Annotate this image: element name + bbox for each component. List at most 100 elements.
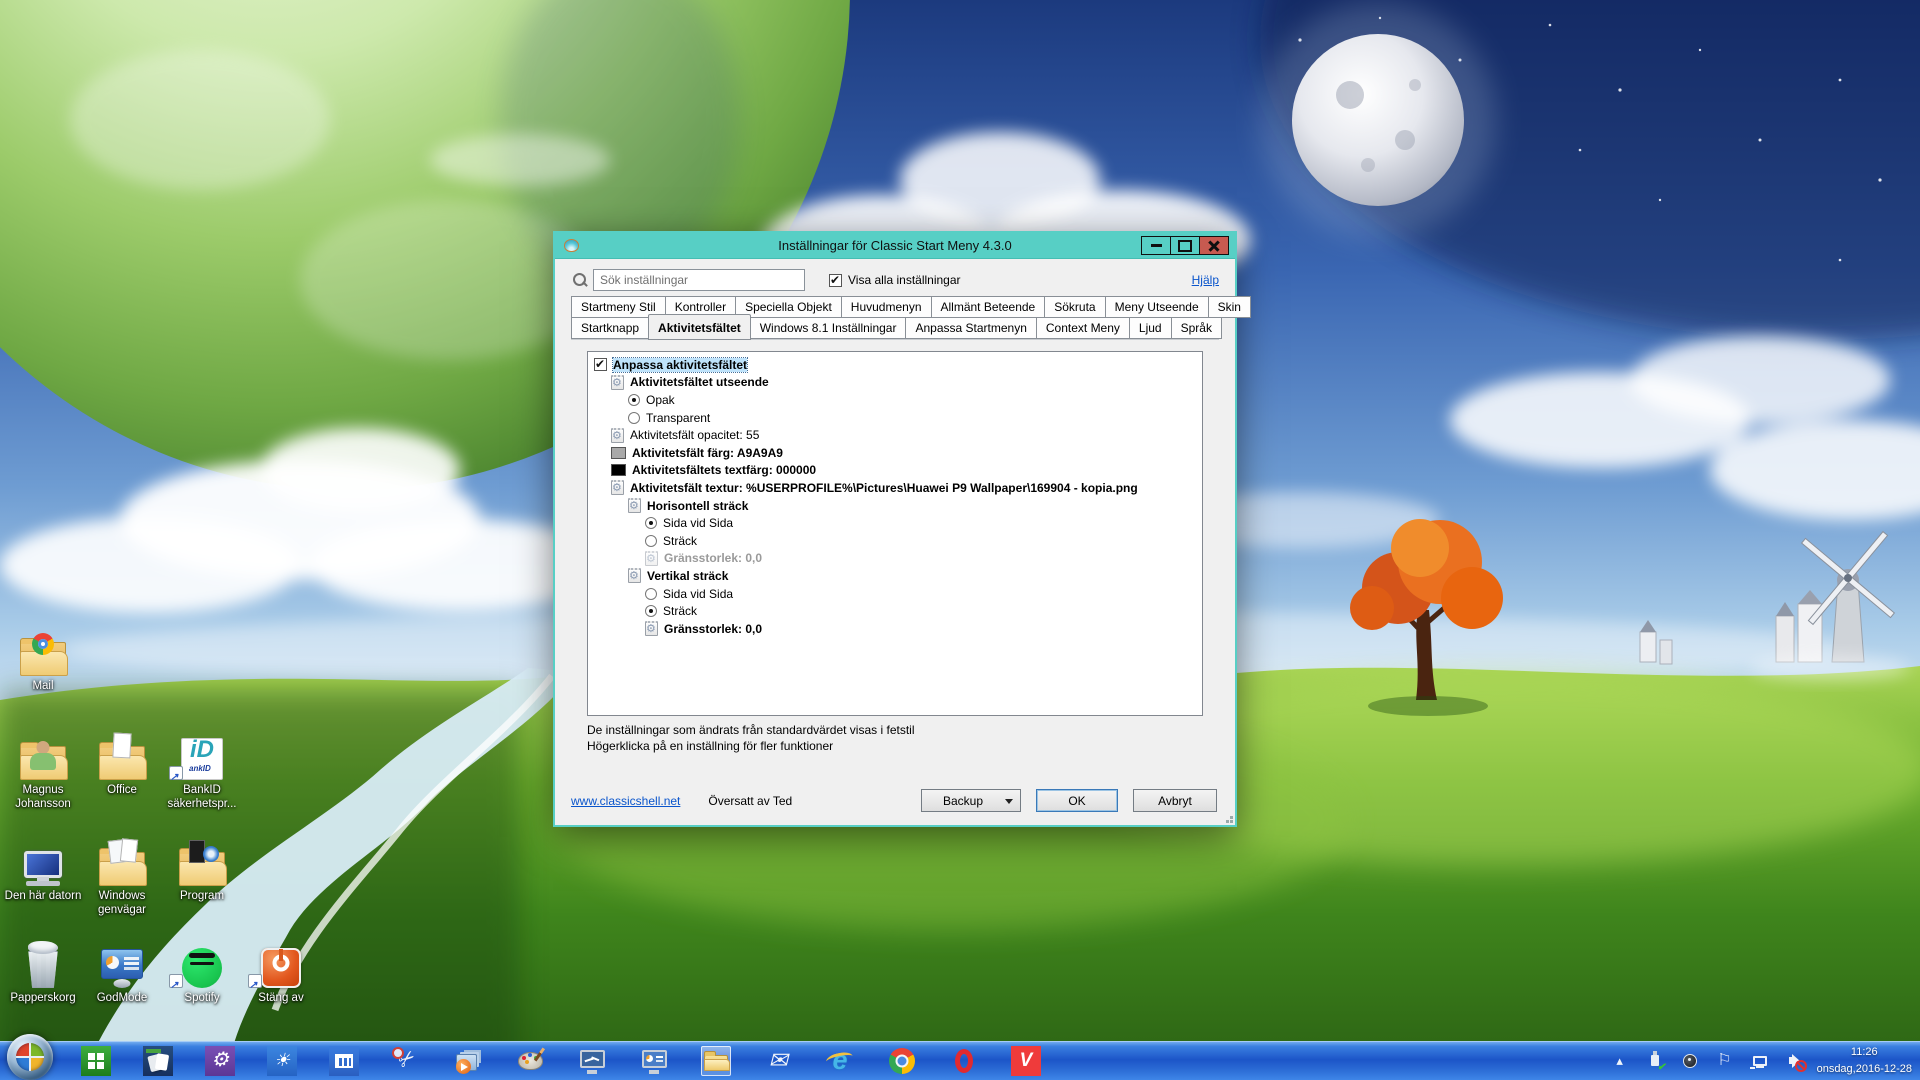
ok-button[interactable]: OK [1036, 789, 1118, 812]
tab-meny-utseende[interactable]: Meny Utseende [1105, 296, 1209, 318]
desktop-icon-stang-av[interactable]: Stäng av [238, 940, 324, 1005]
tab-ljud[interactable]: Ljud [1129, 317, 1172, 339]
setting-aktivitetsfalt-farg-a9a9a9[interactable]: Aktivitetsfält färg: A9A9A9 [588, 444, 1202, 462]
setting-label: Aktivitetsfält opacitet: 55 [630, 428, 759, 442]
store-icon[interactable] [81, 1046, 111, 1076]
file-explorer-icon[interactable] [701, 1046, 731, 1076]
search-row: Visa alla inställningar Hjälp [571, 268, 1219, 292]
setting-anpassa-aktivitetsfaltet[interactable]: Anpassa aktivitetsfältet [588, 356, 1202, 374]
minimize-button[interactable] [1141, 236, 1171, 255]
show-all-settings-checkbox[interactable]: Visa alla inställningar [829, 273, 961, 287]
opera-icon[interactable] [949, 1046, 979, 1076]
spotify-icon [159, 940, 245, 988]
setting-sida-vid-sida[interactable]: Sida vid Sida [588, 514, 1202, 532]
tab-allmant-beteende[interactable]: Allmänt Beteende [931, 296, 1046, 318]
programs-folder-icon [159, 838, 245, 886]
setting-label: Opak [646, 393, 675, 407]
desktop-icon-papperskorg[interactable]: Papperskorg [0, 940, 86, 1005]
action-center-flag-icon[interactable] [1715, 1051, 1735, 1071]
radio-icon[interactable] [645, 517, 657, 529]
radio-icon[interactable] [628, 394, 640, 406]
godmode-icon [79, 940, 165, 988]
search-input[interactable] [593, 269, 805, 291]
snipping-tool-icon[interactable] [391, 1046, 421, 1076]
desktop-icon-windows-genvagar[interactable]: Windows genvägar [79, 838, 165, 918]
start-button[interactable] [7, 1034, 53, 1080]
tab-aktivitetsfaltet[interactable]: Aktivitetsfältet [648, 314, 751, 340]
checkbox-icon[interactable] [829, 274, 842, 287]
footer-buttons: Backup OK Avbryt [921, 789, 1217, 812]
setting-horisontell-strack[interactable]: Horisontell sträck [588, 497, 1202, 515]
volume-muted-icon[interactable] [1785, 1051, 1805, 1071]
tab-windows-8-1-installningar[interactable]: Windows 8.1 Inställningar [750, 317, 907, 339]
setting-label: Sida vid Sida [663, 587, 733, 601]
performance-monitor-icon[interactable] [577, 1046, 607, 1076]
calendar-icon[interactable] [329, 1046, 359, 1076]
desktop-icon-label: BankID säkerhetspr... [159, 783, 245, 812]
radio-icon[interactable] [645, 535, 657, 547]
dialog-titlebar[interactable]: Inställningar för Classic Start Meny 4.3… [555, 233, 1235, 259]
close-button[interactable] [1199, 236, 1229, 255]
setting-vertikal-strack[interactable]: Vertikal sträck [588, 567, 1202, 585]
setting-gransstorlek-0-0[interactable]: Gränsstorlek: 0,0 [588, 550, 1202, 568]
tab-skin[interactable]: Skin [1208, 296, 1251, 318]
setting-opak[interactable]: Opak [588, 391, 1202, 409]
media-player-icon[interactable] [453, 1046, 483, 1076]
desktop-icon-spotify[interactable]: Spotify [159, 940, 245, 1005]
help-link[interactable]: Hjälp [1192, 273, 1219, 287]
setting-aktivitetsfalt-opacitet-55[interactable]: Aktivitetsfält opacitet: 55 [588, 426, 1202, 444]
desktop-icon-mail[interactable]: Mail [0, 628, 86, 693]
chevron-up-icon[interactable] [1610, 1051, 1630, 1071]
tab-huvudmenyn[interactable]: Huvudmenyn [841, 296, 932, 318]
audio-device-icon[interactable] [1680, 1051, 1700, 1071]
weather-icon[interactable] [267, 1046, 297, 1076]
tab-startknapp[interactable]: Startknapp [571, 317, 649, 339]
radio-icon[interactable] [645, 605, 657, 617]
chrome-icon[interactable] [887, 1046, 917, 1076]
desktop-icon-program[interactable]: Program [159, 838, 245, 903]
settings-icon[interactable] [205, 1046, 235, 1076]
tab-anpassa-startmenyn[interactable]: Anpassa Startmenyn [905, 317, 1036, 339]
maximize-button[interactable] [1170, 236, 1200, 255]
desktop-icon-magnus-johansson[interactable]: Magnus Johansson [0, 732, 86, 812]
internet-explorer-icon[interactable] [825, 1046, 855, 1076]
mail-icon[interactable] [763, 1046, 793, 1076]
desktop-icon-den-har-datorn[interactable]: Den här datorn [0, 838, 86, 903]
control-panel-icon[interactable] [639, 1046, 669, 1076]
setting-aktivitetsfaltet-utseende[interactable]: Aktivitetsfältet utseende [588, 374, 1202, 392]
desktop-icon-office[interactable]: Office [79, 732, 165, 797]
desktop-icon-label: GodMode [97, 991, 148, 1005]
setting-label: Anpassa aktivitetsfältet [613, 358, 747, 372]
setting-aktivitetsfalt-textur-userprofile-pictures-huawei-p9-wallpaper-169904-kopia-png[interactable]: Aktivitetsfält textur: %USERPROFILE%\Pic… [588, 479, 1202, 497]
tab-sokruta[interactable]: Sökruta [1044, 296, 1105, 318]
classicshell-website-link[interactable]: www.classicshell.net [571, 794, 680, 808]
resize-grip[interactable] [1223, 813, 1233, 823]
tab-speciella-objekt[interactable]: Speciella Objekt [735, 296, 842, 318]
taskbar-clock[interactable]: 11:26 onsdag,2016-12-28 [1817, 1044, 1912, 1077]
setting-strack[interactable]: Sträck [588, 602, 1202, 620]
backup-button[interactable]: Backup [921, 789, 1021, 812]
desktop-icon-bankid-sakerhetspr[interactable]: BankID säkerhetspr... [159, 732, 245, 812]
cancel-button[interactable]: Avbryt [1133, 789, 1217, 812]
radio-icon[interactable] [628, 412, 640, 424]
setting-transparent[interactable]: Transparent [588, 409, 1202, 427]
vivaldi-icon[interactable] [1011, 1046, 1041, 1076]
show-all-settings-label: Visa alla inställningar [848, 273, 961, 287]
checkbox-icon[interactable] [594, 358, 607, 371]
setting-strack[interactable]: Sträck [588, 532, 1202, 550]
desktop-icon-godmode[interactable]: GodMode [79, 940, 165, 1005]
cards-game-icon[interactable] [143, 1046, 173, 1076]
setting-gransstorlek-0-0[interactable]: Gränsstorlek: 0,0 [588, 620, 1202, 638]
radio-icon[interactable] [645, 588, 657, 600]
paint-icon[interactable] [515, 1046, 545, 1076]
shutdown-icon [238, 940, 324, 988]
tab-sprak[interactable]: Språk [1171, 317, 1222, 339]
setting-sida-vid-sida[interactable]: Sida vid Sida [588, 585, 1202, 603]
bankid-icon [159, 732, 245, 780]
usb-safe-remove-icon[interactable] [1645, 1051, 1665, 1071]
classic-shell-start-icon [16, 1043, 44, 1071]
setting-aktivitetsfaltets-textfarg-000000[interactable]: Aktivitetsfältets textfärg: 000000 [588, 462, 1202, 480]
tab-context-meny[interactable]: Context Meny [1036, 317, 1130, 339]
setting-label: Sträck [663, 534, 697, 548]
network-icon[interactable] [1750, 1051, 1770, 1071]
